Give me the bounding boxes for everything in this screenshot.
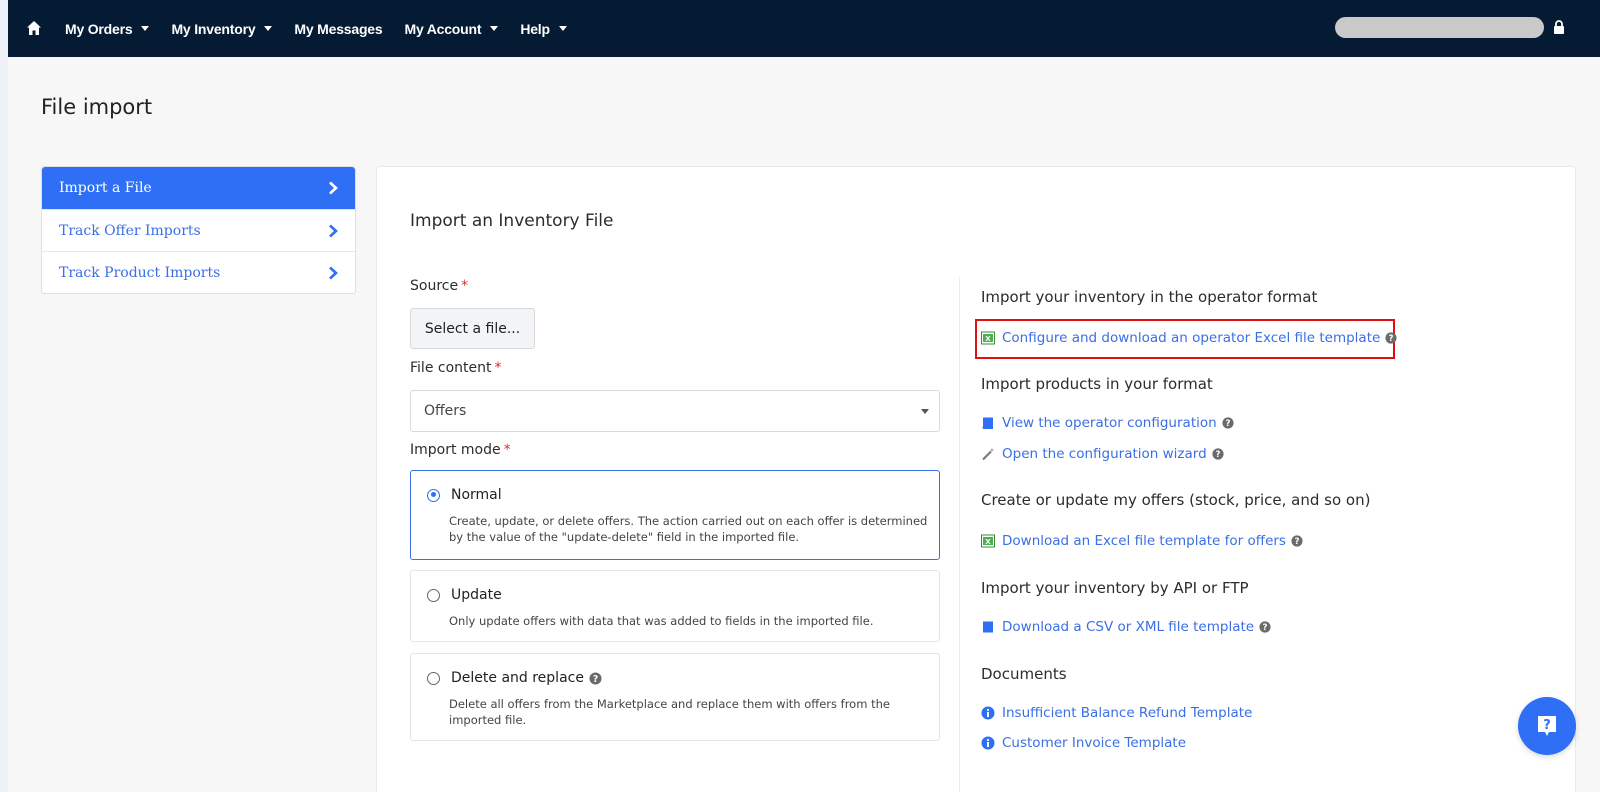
lock-icon[interactable]: [1553, 20, 1565, 34]
section-documents: Documents: [981, 665, 1067, 683]
import-card: Import an Inventory File Source * Select …: [376, 166, 1576, 792]
book-icon: [983, 621, 993, 633]
required-mark: *: [503, 442, 511, 458]
svg-text:?: ?: [1215, 450, 1220, 460]
radio-button-update[interactable]: [427, 588, 440, 602]
view-operator-config-link[interactable]: View the operator configuration ?: [981, 415, 1234, 431]
required-mark: *: [461, 278, 469, 294]
svg-text:?: ?: [1225, 419, 1230, 429]
user-name-redacted[interactable]: [1335, 17, 1544, 38]
nav-help[interactable]: Help: [520, 21, 567, 37]
chevron-right-icon: [329, 181, 338, 195]
svg-text:X: X: [985, 335, 991, 343]
question-square-icon: ?: [1538, 716, 1556, 736]
mode-delete-replace-description: Delete all offers from the Marketplace a…: [449, 697, 890, 727]
question-circle-icon[interactable]: ?: [1291, 535, 1303, 547]
top-navbar: My Orders My Inventory My Messages My Ac…: [8, 0, 1600, 57]
open-config-wizard-link[interactable]: Open the configuration wizard ?: [981, 446, 1224, 462]
svg-text:?: ?: [593, 673, 598, 684]
svg-text:?: ?: [1263, 623, 1268, 633]
question-circle-icon[interactable]: ?: [589, 671, 602, 685]
excel-file-icon: X: [981, 534, 995, 548]
mode-normal-description: Create, update, or delete offers. The ac…: [449, 514, 928, 544]
caret-down-icon: [490, 26, 499, 31]
mode-update-option[interactable]: Update Only update offers with data that…: [410, 570, 940, 642]
file-content-label: File content *: [410, 360, 502, 376]
doc-invoice-template-link[interactable]: Customer Invoice Template: [981, 735, 1186, 751]
home-icon[interactable]: [26, 20, 42, 36]
section-operator-format: Import your inventory in the operator fo…: [981, 288, 1318, 306]
svg-text:?: ?: [1294, 537, 1299, 547]
caret-down-icon: [921, 409, 929, 414]
question-circle-icon[interactable]: ?: [1385, 332, 1397, 344]
chevron-right-icon: [329, 266, 338, 279]
sidebar-item-track-offer-imports[interactable]: Track Offer Imports: [42, 209, 355, 251]
sidebar-item-import-file[interactable]: Import a File: [42, 167, 355, 209]
column-divider: [959, 277, 960, 792]
file-content-select[interactable]: Offers: [410, 390, 940, 432]
magic-wand-icon: [982, 448, 994, 461]
book-icon: [982, 417, 993, 429]
question-circle-icon[interactable]: ?: [1212, 448, 1224, 460]
mode-update-description: Only update offers with data that was ad…: [449, 614, 874, 628]
chevron-right-icon: [329, 224, 338, 237]
doc-refund-template-link[interactable]: Insufficient Balance Refund Template: [981, 705, 1252, 721]
app-frame: My Orders My Inventory My Messages My Ac…: [8, 0, 1600, 792]
help-chat-button[interactable]: ?: [1518, 697, 1576, 755]
info-circle-icon: [981, 706, 995, 720]
mode-delete-replace-option[interactable]: Delete and replace ? Delete all offers f…: [410, 653, 940, 741]
mode-normal-option[interactable]: Normal Create, update, or delete offers.…: [410, 470, 940, 560]
radio-button-delete-replace[interactable]: [427, 671, 440, 685]
excel-file-icon: X: [981, 331, 995, 345]
svg-text:?: ?: [1543, 718, 1551, 733]
section-offers: Create or update my offers (stock, price…: [981, 491, 1371, 509]
nav-menu: My Orders My Inventory My Messages My Ac…: [65, 0, 589, 57]
nav-my-account[interactable]: My Account: [404, 21, 499, 37]
nav-my-messages[interactable]: My Messages: [294, 21, 382, 37]
import-mode-label: Import mode *: [410, 442, 511, 458]
sidebar-item-track-product-imports[interactable]: Track Product Imports: [42, 251, 355, 293]
download-csv-xml-link[interactable]: Download a CSV or XML file template ?: [981, 619, 1271, 635]
download-excel-offers-link[interactable]: X Download an Excel file template for of…: [981, 533, 1303, 549]
section-api-ftp: Import your inventory by API or FTP: [981, 579, 1249, 597]
page-title: File import: [41, 95, 153, 119]
caret-down-icon: [264, 26, 273, 31]
configure-download-excel-link[interactable]: X Configure and download an operator Exc…: [981, 330, 1397, 346]
info-circle-icon: [981, 736, 995, 750]
question-circle-icon[interactable]: ?: [1222, 417, 1234, 429]
svg-text:?: ?: [1389, 334, 1394, 344]
question-circle-icon[interactable]: ?: [1259, 621, 1271, 633]
section-products-format: Import products in your format: [981, 375, 1213, 393]
sidebar-menu: Import a File Track Offer Imports Track …: [41, 166, 356, 294]
source-label: Source *: [410, 278, 469, 294]
nav-my-inventory[interactable]: My Inventory: [171, 21, 273, 37]
select-file-button[interactable]: Select a file...: [410, 308, 535, 349]
caret-down-icon: [558, 26, 567, 31]
svg-text:X: X: [985, 538, 991, 546]
card-title: Import an Inventory File: [410, 211, 614, 231]
caret-down-icon: [141, 26, 150, 31]
radio-button-normal[interactable]: [427, 488, 440, 502]
required-mark: *: [494, 360, 502, 376]
nav-my-orders[interactable]: My Orders: [65, 21, 150, 37]
